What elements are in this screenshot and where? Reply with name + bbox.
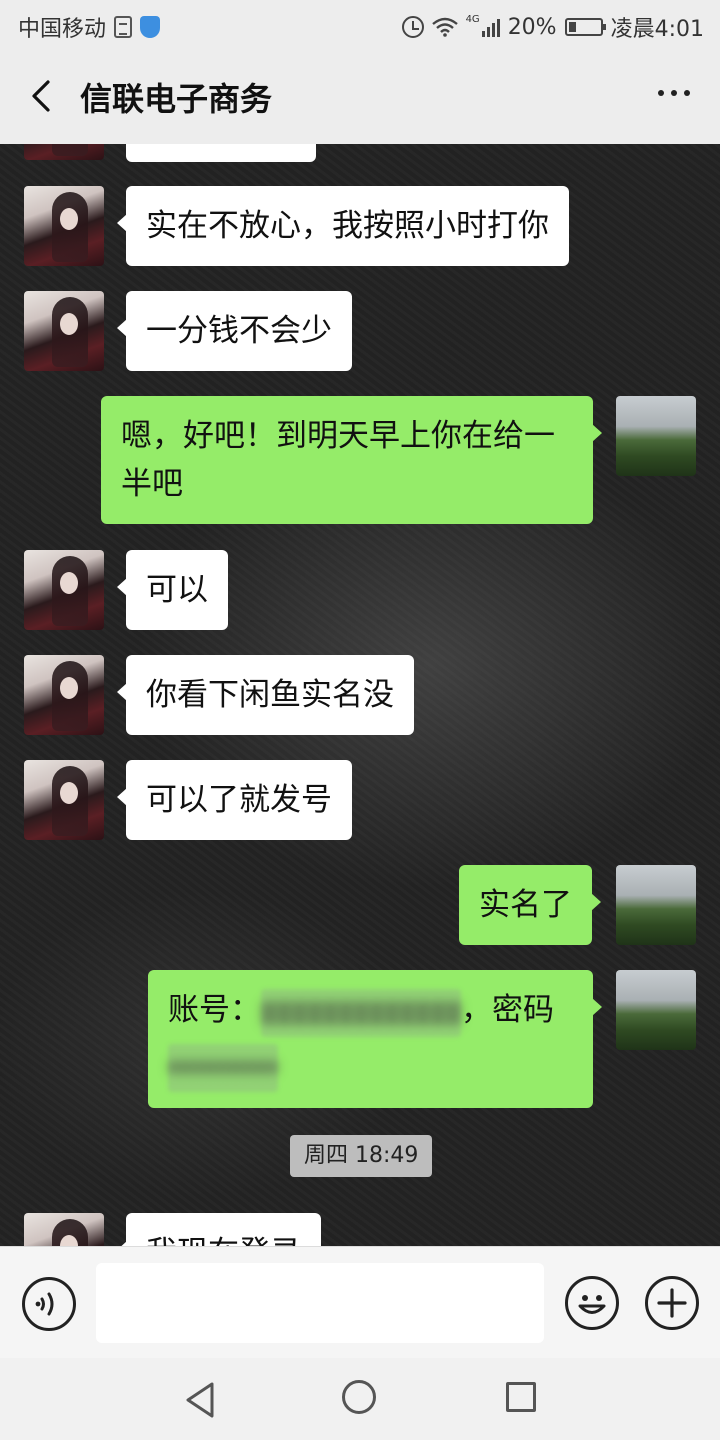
chevron-left-icon[interactable] [24, 76, 64, 116]
message-bubble[interactable]: 我现在登录 [117, 1213, 321, 1246]
contact-avatar[interactable] [24, 291, 104, 371]
account-label: 账号： [168, 992, 261, 1028]
document-icon [114, 16, 133, 38]
contact-avatar[interactable] [24, 186, 104, 266]
signal-icon [481, 17, 500, 37]
message-bubble[interactable]: 可以 [117, 550, 228, 630]
network-type-label: 4G [465, 13, 480, 25]
contact-avatar[interactable] [24, 550, 104, 630]
message-text: 嗯，好吧！到明天早上你在给一 [121, 418, 555, 454]
password-value-redacted: ▓▓▓▓▓▓▓▓▓▓▓▓▓ [168, 1044, 278, 1092]
message-bubble[interactable]: 实名了 [459, 865, 601, 945]
clock: 凌晨4:01 [610, 17, 704, 42]
more-dots-icon[interactable] [658, 90, 690, 96]
message-text: 我现在登录 [146, 1235, 301, 1246]
plus-icon[interactable] [645, 1276, 699, 1330]
shield-icon [140, 16, 161, 38]
user-avatar[interactable] [616, 396, 696, 476]
timestamp: 周四 18:49 [290, 1135, 433, 1177]
battery-icon [564, 18, 606, 36]
message-bubble[interactable]: 你看下闲鱼实名没 [117, 655, 414, 735]
alarm-icon [401, 16, 424, 38]
message-bubble[interactable]: 一分钱不会少 [117, 291, 352, 371]
battery-percent: 20% [507, 14, 557, 40]
nav-home-icon[interactable] [342, 1380, 376, 1414]
contact-avatar[interactable] [24, 760, 104, 840]
system-nav-bar [0, 1358, 720, 1440]
message-text: 半吧 [121, 466, 183, 502]
contact-avatar[interactable] [24, 144, 104, 160]
contact-avatar[interactable] [24, 655, 104, 735]
chat-title: 信联电子商务 [80, 80, 273, 118]
nav-recent-icon[interactable] [506, 1382, 536, 1412]
message-bubble[interactable]: 账号：▓▓▓▓▓▓▓▓▓▓▓▓▓，密码 ▓▓▓▓▓▓▓▓▓▓▓▓▓ [148, 970, 602, 1108]
user-avatar[interactable] [616, 865, 696, 945]
chat-area[interactable]: 实在不放心，我按照小时打你 一分钱不会少 嗯，好吧！到明天早上你在给一 半吧 可… [0, 144, 720, 1246]
message-text: 你看下闲鱼实名没 [146, 677, 394, 713]
message-text: 实名了 [479, 887, 572, 923]
message-input[interactable] [96, 1263, 544, 1343]
chat-header: 信联电子商务 [0, 50, 720, 144]
message-text: 可以了就发号 [146, 782, 332, 818]
wifi-icon [431, 17, 458, 37]
password-label: ，密码 [460, 992, 554, 1028]
user-avatar[interactable] [616, 970, 696, 1050]
status-bar: 中国移动 4G 20% 凌晨4:01 [0, 0, 720, 50]
message-bubble[interactable]: 可以了就发号 [117, 760, 352, 840]
nav-back-icon[interactable] [182, 1380, 222, 1420]
voice-icon[interactable] [22, 1277, 76, 1331]
carrier-label: 中国移动 [18, 17, 107, 42]
input-bar [0, 1246, 720, 1358]
account-value-redacted: ▓▓▓▓▓▓▓▓▓▓▓▓▓ [261, 989, 461, 1037]
message-text: 实在不放心，我按照小时打你 [146, 208, 549, 244]
message-bubble[interactable]: 嗯，好吧！到明天早上你在给一 半吧 [101, 396, 602, 524]
message-bubble[interactable]: 实在不放心，我按照小时打你 [117, 186, 569, 266]
message-text: 一分钱不会少 [146, 313, 332, 349]
message-text: 可以 [146, 572, 208, 608]
message-bubble[interactable] [126, 144, 316, 162]
emoji-icon[interactable] [565, 1276, 619, 1330]
contact-avatar[interactable] [24, 1213, 104, 1246]
